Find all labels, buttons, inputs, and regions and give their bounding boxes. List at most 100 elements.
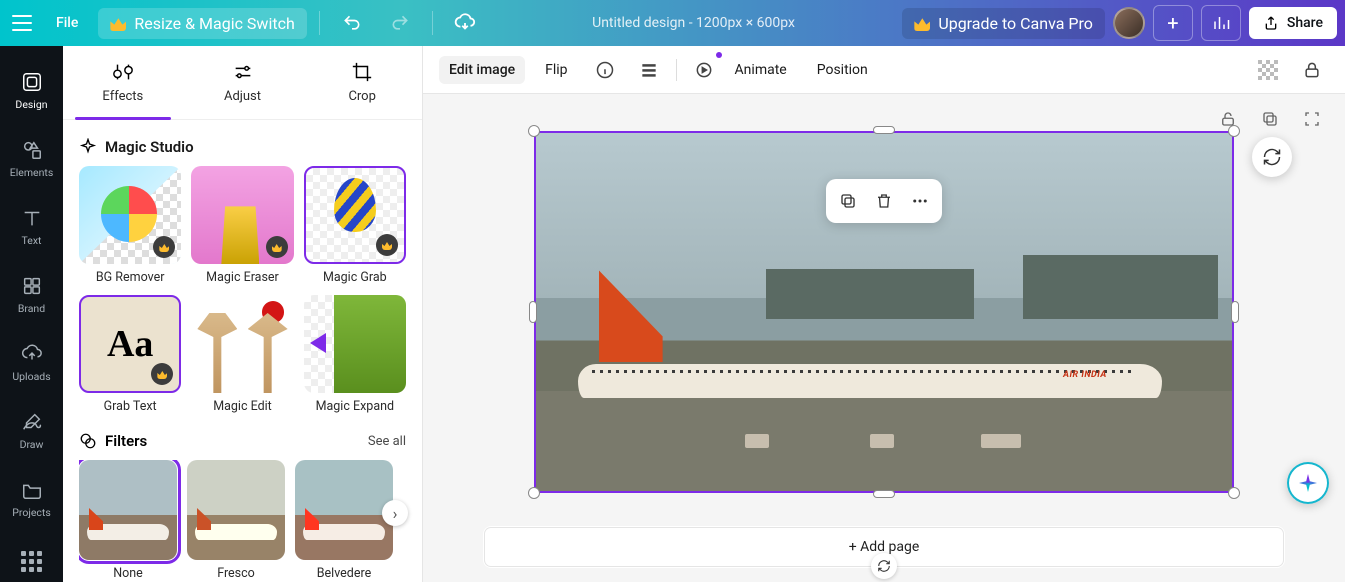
flip-button[interactable]: Flip — [535, 56, 577, 84]
tool-magic-edit[interactable]: Magic Edit — [191, 295, 293, 414]
regenerate-button[interactable] — [1252, 137, 1292, 177]
rail-draw[interactable]: Draw — [0, 398, 63, 462]
add-member-button[interactable]: + — [1153, 5, 1193, 41]
tool-grab-text[interactable]: AaGrab Text — [79, 295, 181, 414]
rail-label: Uploads — [12, 370, 50, 383]
adjust-icon — [232, 61, 254, 83]
rail-label: Design — [15, 98, 47, 111]
rail-projects[interactable]: Projects — [0, 466, 63, 530]
resize-handle-bl[interactable] — [528, 487, 540, 499]
rail-text[interactable]: Text — [0, 194, 63, 258]
image-brand-text: AIR INDIA — [1063, 370, 1107, 380]
resize-handle-tl[interactable] — [528, 125, 540, 137]
canvas-area[interactable]: AIR INDIA — [423, 94, 1345, 520]
tab-label: Adjust — [224, 89, 261, 104]
filters-row-wrap: None Fresco Belvedere › — [79, 460, 406, 581]
panel-body[interactable]: Magic Studio BG Remover Magic Eraser Mag… — [63, 120, 422, 582]
effects-icon — [112, 61, 134, 83]
rail-label: Brand — [18, 302, 45, 315]
rail-uploads[interactable]: Uploads — [0, 330, 63, 394]
rail-label: Text — [22, 234, 42, 247]
rail-brand[interactable]: Brand — [0, 262, 63, 326]
tool-magic-eraser[interactable]: Magic Eraser — [191, 166, 293, 285]
filters-icon — [79, 432, 97, 450]
duplicate-button[interactable] — [832, 185, 864, 217]
tab-adjust[interactable]: Adjust — [183, 46, 303, 119]
crown-icon — [110, 15, 126, 31]
animate-label[interactable]: Animate — [725, 56, 797, 84]
resize-handle-r[interactable] — [1231, 301, 1239, 323]
rail-design[interactable]: Design — [0, 58, 63, 122]
duplicate-page-button[interactable] — [1253, 102, 1287, 136]
rail-label: Projects — [12, 506, 51, 519]
info-button[interactable] — [588, 53, 622, 87]
design-title[interactable]: Untitled design - 1200px × 600px — [592, 15, 795, 31]
resize-handle-l[interactable] — [529, 301, 537, 323]
cloud-sync-icon[interactable] — [445, 5, 485, 41]
image-vehicle — [981, 434, 1021, 448]
resize-handle-br[interactable] — [1228, 487, 1240, 499]
tab-label: Crop — [348, 89, 375, 104]
lock-button[interactable] — [1295, 53, 1329, 87]
add-page-button[interactable]: + Add page — [483, 526, 1285, 568]
resize-handle-b[interactable] — [873, 490, 895, 498]
filter-label: Fresco — [217, 566, 255, 581]
tool-magic-expand[interactable]: Magic Expand — [304, 295, 406, 414]
see-all-link[interactable]: See all — [368, 434, 406, 449]
divider — [319, 11, 320, 35]
delete-button[interactable] — [868, 185, 900, 217]
divider — [676, 59, 677, 81]
user-avatar[interactable] — [1113, 7, 1145, 39]
edit-image-button[interactable]: Edit image — [439, 56, 525, 84]
resize-handle-t[interactable] — [873, 126, 895, 134]
side-rail: Design Elements Text Brand Uploads Draw … — [0, 46, 63, 582]
transparency-button[interactable] — [1251, 53, 1285, 87]
upgrade-button[interactable]: Upgrade to Canva Pro — [902, 8, 1105, 39]
file-menu[interactable]: File — [44, 9, 90, 37]
tool-label: Magic Expand — [304, 399, 406, 414]
resize-magic-switch-button[interactable]: Resize & Magic Switch — [98, 8, 306, 39]
tab-crop[interactable]: Crop — [302, 46, 422, 119]
canvas-wrap: Edit image Flip Animate Position — [423, 46, 1345, 582]
tab-effects[interactable]: Effects — [63, 46, 183, 119]
expand-page-button[interactable] — [1295, 102, 1329, 136]
top-bar: File Resize & Magic Switch Untitled desi… — [0, 0, 1345, 46]
tool-bg-remover[interactable]: BG Remover — [79, 166, 181, 285]
apps-button[interactable] — [21, 551, 42, 582]
tool-label: Magic Eraser — [191, 270, 293, 285]
tool-label: Grab Text — [79, 399, 181, 414]
undo-button[interactable] — [332, 5, 372, 41]
redo-button[interactable] — [380, 5, 420, 41]
image-building — [1023, 255, 1218, 319]
share-label: Share — [1287, 15, 1323, 31]
filter-belvedere[interactable] — [295, 460, 393, 560]
section-title: Magic Studio — [105, 138, 194, 156]
animate-button[interactable] — [687, 53, 721, 87]
tab-label: Effects — [102, 89, 143, 104]
image-windows — [592, 370, 1135, 373]
resize-handle-tr[interactable] — [1228, 125, 1240, 137]
page-rotate-badge[interactable] — [871, 553, 897, 579]
pro-badge — [376, 234, 398, 256]
rail-elements[interactable]: Elements — [0, 126, 63, 190]
pro-badge — [153, 236, 175, 258]
tool-magic-grab[interactable]: Magic Grab — [304, 166, 406, 285]
filter-label: Belvedere — [317, 566, 372, 581]
filters-next-button[interactable]: › — [382, 500, 408, 526]
pro-badge — [151, 363, 173, 385]
share-button[interactable]: Share — [1249, 7, 1337, 39]
more-button[interactable] — [904, 185, 936, 217]
list-style-button[interactable] — [632, 53, 666, 87]
menu-button[interactable] — [8, 9, 36, 37]
assistant-fab[interactable] — [1287, 462, 1329, 504]
magic-studio-header: Magic Studio — [79, 138, 406, 156]
position-button[interactable]: Position — [807, 56, 878, 84]
filters-header: Filters See all — [79, 432, 406, 450]
insights-button[interactable] — [1201, 5, 1241, 41]
draw-icon — [20, 410, 44, 434]
filter-fresco[interactable] — [187, 460, 285, 560]
filters-row: None Fresco Belvedere — [79, 460, 406, 581]
filter-none[interactable] — [79, 460, 177, 560]
filter-label: None — [113, 566, 143, 581]
sparkle-icon — [1299, 474, 1317, 492]
